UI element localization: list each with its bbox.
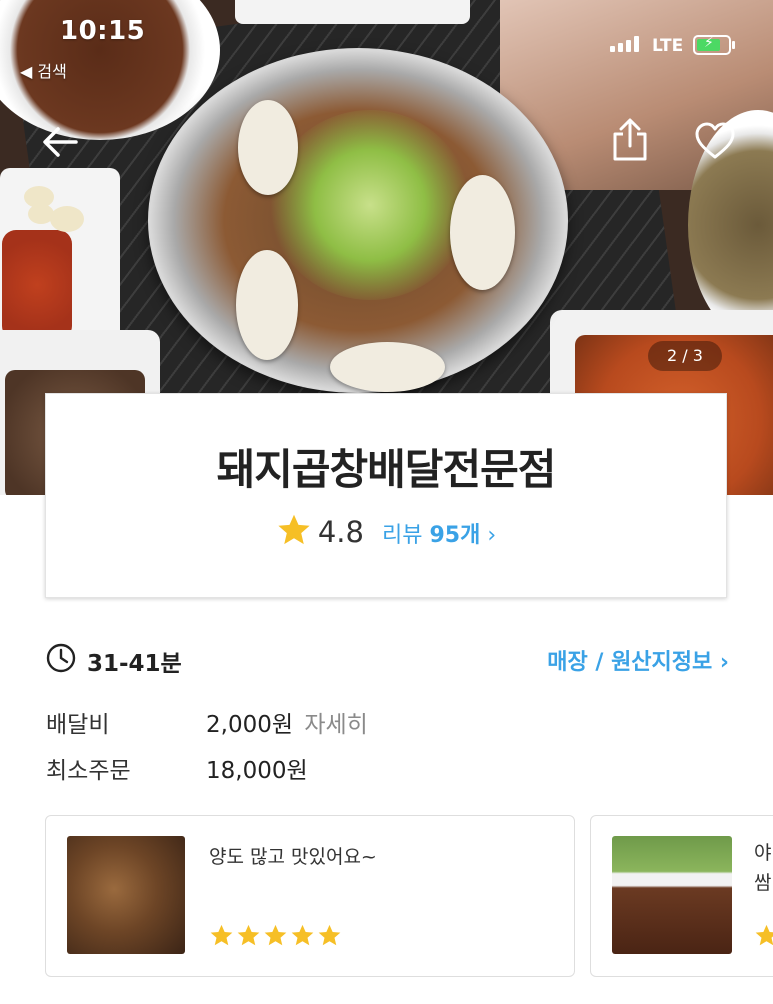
status-time: 10:15 bbox=[60, 16, 146, 46]
star-icon bbox=[237, 924, 260, 946]
min-order-value: 18,000원 bbox=[206, 758, 308, 784]
review-text: 야 쌈 bbox=[754, 838, 771, 898]
store-origin-info-link[interactable]: 매장 / 원산지정보 › bbox=[547, 644, 729, 676]
review-stars bbox=[209, 923, 342, 948]
review-count: 95개 bbox=[429, 523, 481, 548]
delivery-fee-label: 배달비 bbox=[46, 712, 110, 738]
star-icon bbox=[318, 924, 341, 946]
radish-slice bbox=[330, 342, 445, 392]
radish-slice bbox=[236, 250, 298, 360]
image-pager: 2 / 3 bbox=[648, 341, 722, 371]
radish-slice bbox=[450, 175, 515, 290]
rating-row: 4.8 리뷰 95개 › bbox=[46, 512, 726, 549]
network-label: LTE bbox=[652, 36, 684, 56]
sauce-dish bbox=[2, 230, 72, 340]
min-order-label: 최소주문 bbox=[46, 758, 131, 784]
star-icon bbox=[291, 924, 314, 946]
review-card[interactable]: 양도 많고 맛있어요~ bbox=[45, 815, 575, 977]
review-label: 리뷰 bbox=[381, 523, 423, 548]
review-link[interactable]: 리뷰 95개 › bbox=[382, 523, 496, 548]
garlic-slice bbox=[28, 204, 54, 224]
clock-icon bbox=[46, 643, 76, 673]
charging-bolt-icon: ⚡ bbox=[704, 35, 714, 51]
battery-icon: ⚡ bbox=[693, 35, 731, 55]
heart-icon[interactable] bbox=[694, 122, 736, 160]
back-arrow-icon[interactable] bbox=[40, 124, 80, 160]
shop-name: 돼지곱창배달전문점 bbox=[216, 445, 557, 494]
review-photo bbox=[67, 836, 185, 954]
signal-icon bbox=[610, 36, 639, 52]
review-stars bbox=[754, 923, 773, 948]
review-text: 양도 많고 맛있어요~ bbox=[209, 846, 377, 868]
star-icon bbox=[278, 514, 310, 545]
green-onion-garnish bbox=[270, 110, 470, 300]
shop-info-card: 돼지곱창배달전문점 4.8 리뷰 95개 › bbox=[45, 393, 727, 598]
review-card[interactable]: 야 쌈 bbox=[590, 815, 773, 977]
rating-score: 4.8 bbox=[317, 515, 364, 549]
battery-cap bbox=[732, 41, 735, 49]
delivery-fee-value: 2,000원 bbox=[206, 712, 294, 738]
review-text-line: 야 bbox=[754, 842, 772, 864]
garlic-slice bbox=[50, 206, 84, 232]
review-text-line: 쌈 bbox=[754, 872, 772, 894]
radish-slice bbox=[238, 100, 298, 195]
chevron-right-icon: › bbox=[487, 523, 497, 548]
delivery-time: 31-41분 bbox=[87, 651, 182, 677]
star-icon bbox=[755, 924, 773, 946]
delivery-fee-row: 2,000원 자세히 bbox=[206, 705, 368, 739]
fee-detail-link[interactable]: 자세히 bbox=[304, 712, 367, 738]
share-icon[interactable] bbox=[610, 118, 650, 162]
review-photo bbox=[612, 836, 732, 954]
back-to-search-link[interactable]: ◀ 검색 bbox=[20, 58, 67, 82]
star-icon bbox=[210, 924, 233, 946]
side-dish-tray bbox=[235, 0, 470, 24]
star-icon bbox=[264, 924, 287, 946]
